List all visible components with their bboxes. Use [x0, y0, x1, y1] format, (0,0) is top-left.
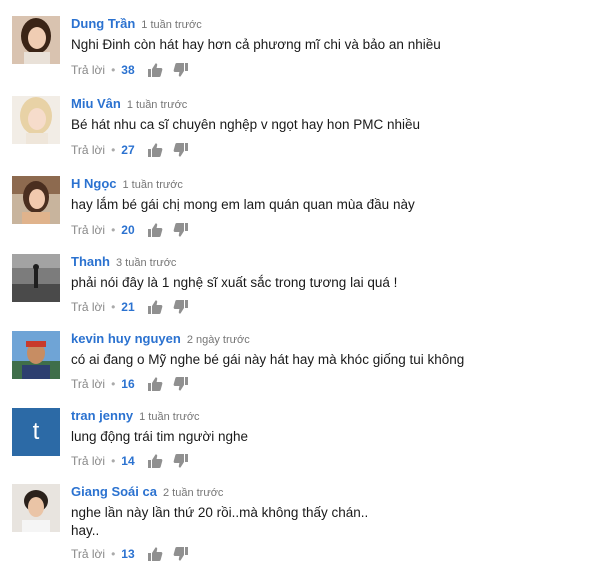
- comment-author[interactable]: Giang Soái ca: [71, 484, 157, 499]
- separator: •: [111, 377, 116, 391]
- thumbs-up-icon[interactable]: [147, 299, 163, 315]
- comment-text: Bé hát nhu ca sĩ chuyên nghệp v ngọt hay…: [71, 117, 420, 132]
- thumbs-down-icon[interactable]: [173, 453, 189, 469]
- thumbs-down-icon[interactable]: [173, 222, 189, 238]
- comment-time[interactable]: 2 tuần trước: [163, 487, 223, 499]
- comment-text-line2: hay..: [71, 523, 100, 538]
- thumbs-down-icon[interactable]: [173, 376, 189, 392]
- thumbs-down-icon[interactable]: [173, 142, 189, 158]
- reply-button[interactable]: Trả lời: [71, 547, 105, 561]
- reply-button[interactable]: Trả lời: [71, 377, 105, 391]
- comment-text: phải nói đây là 1 nghệ sĩ xuất sắc trong…: [71, 275, 398, 290]
- thumbs-up-icon[interactable]: [147, 453, 163, 469]
- reply-button[interactable]: Trả lời: [71, 63, 105, 77]
- avatar[interactable]: [12, 176, 60, 224]
- comment-text: có ai đang o Mỹ nghe bé gái này hát hay …: [71, 352, 465, 367]
- comment-author[interactable]: Dung Trần: [71, 16, 135, 31]
- comment-text: nghe lần này lần thứ 20 rồi..mà không th…: [71, 505, 369, 520]
- reply-button[interactable]: Trả lời: [71, 223, 105, 237]
- avatar[interactable]: [12, 16, 60, 64]
- comment-time[interactable]: 1 tuần trước: [127, 99, 187, 111]
- reply-button[interactable]: Trả lời: [71, 454, 105, 468]
- thumbs-down-icon[interactable]: [173, 546, 189, 562]
- avatar[interactable]: [12, 254, 60, 302]
- separator: •: [111, 63, 116, 77]
- separator: •: [111, 300, 116, 314]
- like-count: 20: [121, 223, 135, 237]
- thumbs-up-icon[interactable]: [147, 142, 163, 158]
- thumbs-up-icon[interactable]: [147, 376, 163, 392]
- comment-time[interactable]: 1 tuần trước: [123, 179, 183, 191]
- avatar[interactable]: t: [12, 408, 60, 456]
- separator: •: [111, 143, 116, 157]
- comment-author[interactable]: kevin huy nguyen: [71, 331, 181, 346]
- thumbs-down-icon[interactable]: [173, 299, 189, 315]
- comment-text: lung động trái tim người nghe: [71, 429, 248, 444]
- comment-time[interactable]: 1 tuần trước: [139, 411, 199, 423]
- comment-author[interactable]: tran jenny: [71, 408, 133, 423]
- separator: •: [111, 547, 116, 561]
- like-count: 16: [121, 377, 135, 391]
- like-count: 27: [121, 143, 135, 157]
- avatar-letter: t: [32, 418, 40, 445]
- like-count: 38: [121, 63, 135, 77]
- reply-button[interactable]: Trả lời: [71, 300, 105, 314]
- comment-author[interactable]: Miu Vân: [71, 96, 121, 111]
- thumbs-up-icon[interactable]: [147, 546, 163, 562]
- comment-time[interactable]: 1 tuần trước: [141, 19, 201, 31]
- thumbs-up-icon[interactable]: [147, 62, 163, 78]
- like-count: 13: [121, 547, 135, 561]
- avatar[interactable]: [12, 484, 60, 532]
- comment-time[interactable]: 2 ngày trước: [187, 334, 250, 346]
- comment-text: Nghi Đinh còn hát hay hơn cả phương mĩ c…: [71, 37, 441, 52]
- separator: •: [111, 223, 116, 237]
- avatar[interactable]: [12, 331, 60, 379]
- comment-text: hay lắm bé gái chị mong em lam quán quan…: [71, 197, 415, 212]
- thumbs-down-icon[interactable]: [173, 62, 189, 78]
- reply-button[interactable]: Trả lời: [71, 143, 105, 157]
- like-count: 14: [121, 454, 135, 468]
- comment-author[interactable]: H Ngọc: [71, 176, 117, 191]
- avatar[interactable]: [12, 96, 60, 144]
- separator: •: [111, 454, 116, 468]
- thumbs-up-icon[interactable]: [147, 222, 163, 238]
- comment-author[interactable]: Thanh: [71, 254, 110, 269]
- comment-time[interactable]: 3 tuần trước: [116, 257, 176, 269]
- like-count: 21: [121, 300, 135, 314]
